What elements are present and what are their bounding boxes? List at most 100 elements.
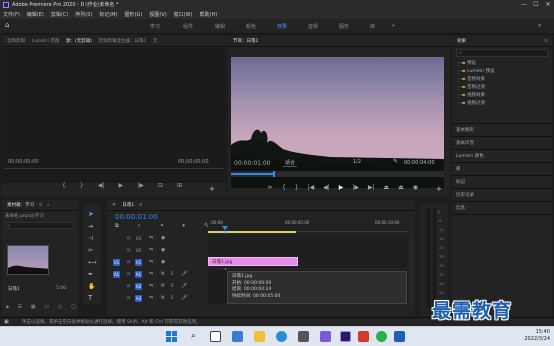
menu-sequence[interactable]: 序列(S) bbox=[75, 11, 92, 18]
freeform-view-icon[interactable]: ▭ bbox=[44, 304, 49, 310]
tab-metadata[interactable]: 元 bbox=[153, 36, 158, 46]
task-view-icon[interactable] bbox=[210, 331, 221, 342]
lock-icon[interactable]: ▫ bbox=[127, 295, 130, 301]
store-icon[interactable] bbox=[298, 331, 309, 342]
timeline-timecode[interactable]: 00:00:01:00 bbox=[115, 213, 158, 221]
clip-thumbnail[interactable] bbox=[7, 245, 49, 275]
type-tool-icon[interactable]: T bbox=[88, 294, 92, 302]
overwrite-icon[interactable]: ⊞ bbox=[177, 182, 182, 189]
app-red-icon[interactable] bbox=[358, 331, 369, 342]
mute-button[interactable]: M bbox=[161, 271, 164, 276]
menu-help[interactable]: 帮助(H) bbox=[200, 11, 218, 18]
tab-audio-clip[interactable]: 音频剪辑 bbox=[7, 36, 25, 46]
track-label[interactable]: A2 bbox=[135, 283, 142, 290]
linked-selection-icon[interactable]: ⚭ bbox=[160, 223, 164, 229]
section-essential-sound[interactable]: 基本声音 bbox=[456, 140, 474, 146]
source-patch-a1[interactable]: A1 bbox=[113, 271, 120, 278]
menu-edit[interactable]: 编辑(E) bbox=[27, 11, 44, 18]
track-label[interactable]: V2 bbox=[135, 247, 142, 254]
section-lumetri-color[interactable]: Lumetri 颜色 bbox=[456, 153, 484, 159]
lock-icon[interactable]: ▫ bbox=[127, 283, 130, 289]
export-frame-icon[interactable]: ◉ bbox=[413, 184, 418, 191]
work-area-bar[interactable] bbox=[208, 231, 296, 233]
add-button-icon[interactable]: + bbox=[209, 185, 215, 193]
mic-icon[interactable]: 🎤︎ bbox=[181, 271, 187, 277]
timeline-clip[interactable]: 日落1.jpg bbox=[208, 257, 298, 266]
taskbar-date[interactable]: 2022/3/24 bbox=[514, 336, 550, 342]
step-back-icon[interactable]: ◀| bbox=[98, 182, 105, 189]
tab-audio-mixer[interactable]: 音频剪辑混合器：日落1 bbox=[99, 36, 147, 46]
step-forward-icon[interactable]: |▶ bbox=[137, 182, 144, 189]
tab-lumetri-scopes[interactable]: Lumetri 范围 bbox=[32, 36, 60, 46]
solo-button[interactable]: S bbox=[171, 283, 174, 288]
nest-icon[interactable]: ⧉ bbox=[115, 223, 119, 229]
tab-source[interactable]: 源：(无剪辑) bbox=[66, 36, 92, 46]
mark-in-icon[interactable]: { bbox=[62, 182, 66, 189]
mark-out-icon[interactable]: } bbox=[295, 184, 299, 191]
program-timecode[interactable]: 00:00:01:00 bbox=[234, 160, 271, 167]
add-marker-icon[interactable]: ⊳ bbox=[268, 184, 273, 191]
zoom-slider[interactable]: ○ bbox=[58, 304, 62, 310]
section-essential-graphics[interactable]: 基本图形 bbox=[456, 127, 474, 133]
icon-view-icon[interactable]: ▦ bbox=[31, 304, 36, 310]
workspace-libraries[interactable]: 库 bbox=[370, 23, 375, 30]
mark-out-icon[interactable]: } bbox=[80, 182, 84, 189]
wechat-icon[interactable] bbox=[376, 331, 387, 342]
program-playhead[interactable] bbox=[273, 171, 275, 177]
section-markers[interactable]: 标记 bbox=[456, 179, 465, 185]
tab-bin[interactable]: 素材箱：学习 bbox=[7, 200, 34, 210]
menu-graphics[interactable]: 图形(G) bbox=[125, 11, 143, 18]
effects-item-audio-transitions[interactable]: › ▬ 音频过渡 bbox=[458, 84, 485, 90]
workspace-color[interactable]: 颜色 bbox=[246, 23, 256, 30]
solo-button[interactable]: S bbox=[171, 271, 174, 276]
new-item-icon[interactable]: ▢ bbox=[71, 304, 76, 310]
project-search-input[interactable]: ⌕ bbox=[6, 222, 74, 229]
add-button-icon[interactable]: + bbox=[436, 185, 442, 193]
panel-menu-icon[interactable]: ≡ bbox=[39, 200, 43, 210]
mic-icon[interactable]: 🎤︎ bbox=[181, 283, 187, 289]
widgets-icon[interactable] bbox=[232, 331, 243, 342]
section-history[interactable]: 历史记录 bbox=[456, 192, 474, 198]
ripple-edit-tool-icon[interactable]: ⊣ bbox=[88, 235, 93, 242]
file-explorer-icon[interactable] bbox=[254, 331, 265, 342]
effects-item-lumetri-presets[interactable]: › ▬ Lumetri 预设 bbox=[458, 68, 495, 74]
search-icon[interactable]: ⌕ bbox=[188, 331, 199, 342]
add-marker-icon[interactable]: ▾ bbox=[182, 223, 185, 229]
source-scrubber[interactable] bbox=[4, 168, 224, 169]
search-icon[interactable]: ⌕ bbox=[538, 22, 541, 30]
wrench-icon[interactable]: ✎ bbox=[393, 158, 398, 165]
panel-menu-icon[interactable]: ≡ bbox=[139, 200, 143, 210]
minimize-button[interactable]: — bbox=[518, 0, 530, 9]
source-patch-v1[interactable]: V1 bbox=[113, 259, 120, 266]
maximize-button[interactable]: ☐ bbox=[530, 0, 542, 9]
menu-file[interactable]: 文件(F) bbox=[3, 11, 20, 18]
pen-tool-icon[interactable]: ✒ bbox=[88, 271, 93, 278]
taskbar-time[interactable]: 15:40 bbox=[520, 329, 550, 335]
tab-sequence[interactable]: 日落1 bbox=[122, 200, 134, 210]
effects-search-input[interactable]: ⌕ bbox=[456, 49, 548, 57]
lock-icon[interactable]: ▫ bbox=[127, 271, 130, 277]
eye-icon[interactable]: ◉ bbox=[161, 235, 165, 241]
workspace-audio[interactable]: 音频 bbox=[308, 23, 318, 30]
list-view-icon[interactable]: ☰ bbox=[18, 304, 22, 310]
lock-icon[interactable]: ▫ bbox=[127, 259, 130, 265]
more-workspaces-icon[interactable]: » bbox=[392, 23, 395, 29]
menu-markers[interactable]: 标记(M) bbox=[99, 11, 117, 18]
lock-icon[interactable]: ▫ bbox=[127, 235, 130, 241]
word-icon[interactable] bbox=[394, 331, 405, 342]
timeline-vertical-scrollbar[interactable] bbox=[409, 234, 413, 304]
tab-program[interactable]: 节目：日落1 bbox=[233, 36, 258, 46]
workspace-assembly[interactable]: 组件 bbox=[183, 23, 193, 30]
program-video-frame[interactable] bbox=[231, 57, 444, 188]
app-icon[interactable] bbox=[320, 331, 331, 342]
section-libraries[interactable]: 库 bbox=[456, 166, 461, 172]
section-info[interactable]: 信息 bbox=[456, 205, 465, 211]
play-icon[interactable]: ▶ bbox=[118, 182, 123, 189]
sync-lock-icon[interactable]: ⇋ bbox=[149, 247, 153, 253]
fit-dropdown[interactable]: 适合 bbox=[283, 159, 298, 167]
sync-lock-icon[interactable]: ⇋ bbox=[149, 271, 153, 277]
premiere-pro-icon[interactable] bbox=[340, 331, 351, 342]
source-timecode[interactable]: 00;00;00;00 bbox=[8, 159, 39, 165]
track-select-tool-icon[interactable]: ⇥ bbox=[88, 223, 93, 230]
eye-icon[interactable]: ◉ bbox=[161, 259, 165, 265]
